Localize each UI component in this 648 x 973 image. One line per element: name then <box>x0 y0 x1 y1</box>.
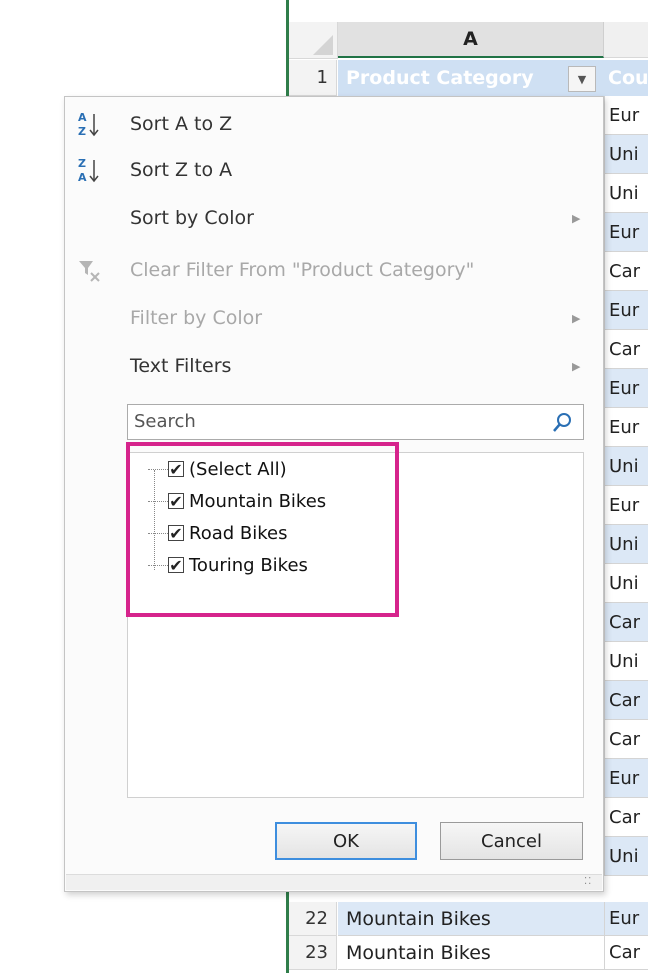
menu-item-label: Sort by Color <box>130 207 254 229</box>
cell-b-visible[interactable]: Car <box>604 798 648 837</box>
row-number[interactable]: 22 <box>289 902 337 936</box>
cell-b-visible[interactable]: Uni <box>604 837 648 876</box>
search-input[interactable]: Search <box>127 404 584 440</box>
cancel-button[interactable]: Cancel <box>440 822 583 860</box>
clear-filter-icon <box>74 255 104 285</box>
cell-b-visible[interactable]: Eur <box>604 369 648 408</box>
corner-triangle-icon <box>313 35 333 55</box>
submenu-arrow-icon: ▶ <box>572 359 581 373</box>
cell-b23[interactable]: Car <box>604 936 648 970</box>
resize-bar <box>66 874 602 890</box>
cell-b-visible[interactable]: Car <box>604 252 648 291</box>
cell-b-visible[interactable]: Car <box>604 681 648 720</box>
column-header-a[interactable]: A <box>338 22 604 58</box>
svg-text:A: A <box>78 111 87 124</box>
sort-ascending-icon: A Z <box>74 109 104 139</box>
header-cell-product-category[interactable]: Product Category <box>338 60 604 96</box>
svg-text:A: A <box>78 171 87 184</box>
svg-text:Z: Z <box>78 157 86 170</box>
svg-text:Z: Z <box>78 125 86 138</box>
cell-b-visible[interactable]: Uni <box>604 564 648 603</box>
chevron-down-icon: ▼ <box>577 72 587 86</box>
search-placeholder: Search <box>134 411 196 432</box>
cell-b-visible[interactable]: Eur <box>604 291 648 330</box>
cell-b-visible[interactable]: Uni <box>604 447 648 486</box>
cell-b-visible[interactable]: Eur <box>604 213 648 252</box>
menu-item-label: Text Filters <box>130 355 232 377</box>
cell-a22[interactable]: Mountain Bikes <box>338 902 604 936</box>
filter-dropdown-button[interactable]: ▼ <box>568 66 596 92</box>
cell-b-visible[interactable]: Car <box>604 603 648 642</box>
menu-item-sort-by-color[interactable]: Sort by Color ▶ <box>66 196 602 240</box>
cell-b-visible[interactable]: Uni <box>604 174 648 213</box>
cell-b-visible[interactable]: Car <box>604 720 648 759</box>
menu-item-label: Sort Z to A <box>130 159 233 181</box>
menu-item-sort-z-to-a[interactable]: Z A Sort Z to A <box>66 148 602 192</box>
header-cell-country[interactable]: Cou <box>604 60 648 96</box>
column-header-b[interactable] <box>604 22 648 58</box>
sort-descending-icon: Z A <box>74 155 104 185</box>
cell-a23[interactable]: Mountain Bikes <box>338 936 604 970</box>
search-icon[interactable] <box>551 410 575 438</box>
menu-item-label: Clear Filter From "Product Category" <box>130 259 475 281</box>
submenu-arrow-icon: ▶ <box>572 311 581 325</box>
header-cell-text: Product Category <box>346 67 534 89</box>
cell-b-visible[interactable]: Eur <box>604 759 648 798</box>
menu-item-clear-filter[interactable]: Clear Filter From "Product Category" <box>66 248 602 292</box>
menu-item-label: Sort A to Z <box>130 113 233 135</box>
submenu-arrow-icon: ▶ <box>572 211 581 225</box>
menu-item-text-filters[interactable]: Text Filters ▶ <box>66 344 602 388</box>
cell-b-visible[interactable]: Car <box>604 330 648 369</box>
resize-grip-icon[interactable]: ⁚⁚ <box>584 876 592 887</box>
menu-item-sort-a-to-z[interactable]: A Z Sort A to Z <box>66 102 602 146</box>
menu-item-filter-by-color[interactable]: Filter by Color ▶ <box>66 296 602 340</box>
highlight-box <box>126 442 399 617</box>
cell-b-visible[interactable]: Uni <box>604 525 648 564</box>
menu-item-label: Filter by Color <box>130 307 263 329</box>
cell-b22[interactable]: Eur <box>604 902 648 936</box>
ok-button[interactable]: OK <box>275 822 417 860</box>
cell-b-visible[interactable]: Eur <box>604 408 648 447</box>
cell-b-visible[interactable]: Eur <box>604 486 648 525</box>
row-number[interactable]: 23 <box>289 936 337 970</box>
cell-b-visible[interactable]: Uni <box>604 135 648 174</box>
row-number[interactable]: 1 <box>289 60 337 96</box>
cell-b-visible[interactable]: Uni <box>604 642 648 681</box>
cell-b-visible[interactable]: Eur <box>604 96 648 135</box>
